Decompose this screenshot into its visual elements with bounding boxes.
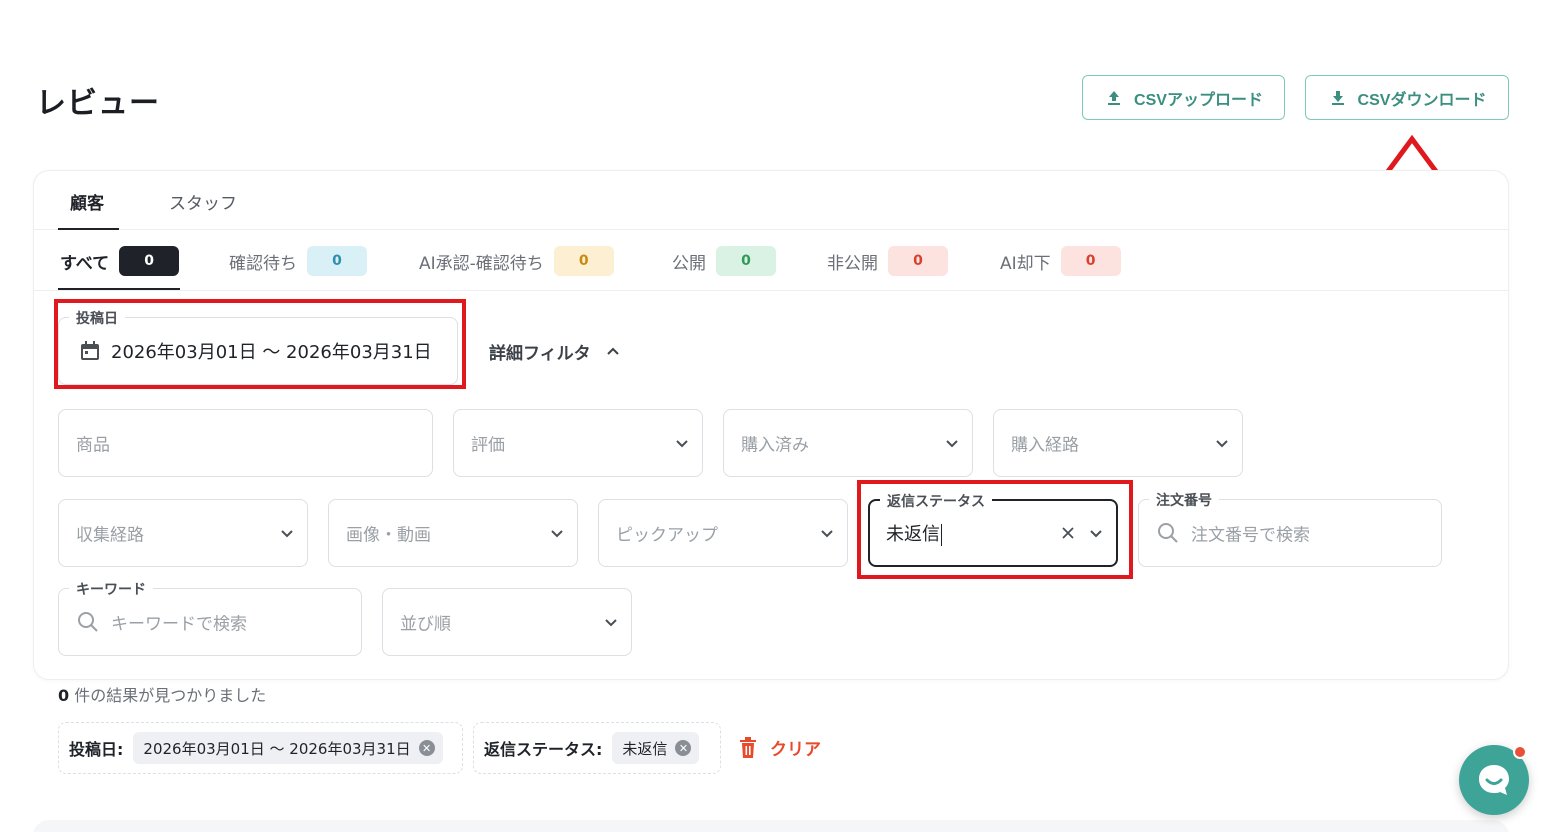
chevron-down-icon	[676, 440, 688, 448]
chevron-down-icon	[821, 530, 833, 538]
csv-upload-label: CSVアップロード	[1134, 91, 1263, 109]
media-placeholder: 画像・動画	[346, 525, 431, 546]
chevron-down-icon	[946, 440, 958, 448]
status-filter-label: 確認待ち	[229, 253, 297, 274]
status-filter-public[interactable]: 公開 0	[672, 246, 776, 276]
filter-card: 顧客 スタッフ すべて 0 確認待ち 0 AI承認-確認待ち 0 公開 0 非公…	[33, 170, 1509, 680]
count-badge: 0	[716, 246, 776, 276]
search-icon	[78, 612, 98, 632]
status-filter-label: AI却下	[1000, 253, 1051, 274]
count-badge: 0	[888, 246, 948, 276]
status-active-indicator	[58, 288, 180, 290]
count-badge: 0	[553, 246, 614, 276]
chip-title: 投稿日:	[69, 740, 124, 759]
status-filter-private[interactable]: 非公開 0	[827, 246, 948, 276]
annotation-box-date	[54, 299, 466, 389]
remove-chip-icon[interactable]: ✕	[418, 740, 435, 756]
detail-filter-label: 詳細フィルタ	[489, 344, 591, 364]
keyword-input[interactable]: キーワード キーワードで検索	[58, 579, 362, 656]
results-summary: 0 件の結果が見つかりました	[58, 686, 267, 705]
count-badge: 0	[307, 246, 367, 276]
count-badge: 0	[119, 246, 180, 276]
csv-download-label: CSVダウンロード	[1357, 91, 1487, 109]
status-filter-pending[interactable]: 確認待ち 0	[229, 246, 367, 276]
results-panel	[33, 820, 1509, 832]
chip-title: 返信ステータス:	[484, 740, 603, 759]
sort-select[interactable]: 並び順	[382, 588, 632, 656]
page-title: レビュー	[36, 86, 160, 121]
tab-customer[interactable]: 顧客	[70, 189, 104, 214]
notification-dot	[1513, 745, 1527, 759]
sort-placeholder: 並び順	[400, 614, 451, 635]
product-placeholder: 商品	[76, 435, 110, 456]
purchase-channel-select[interactable]: 購入経路	[993, 409, 1243, 477]
status-filter-label: 公開	[672, 253, 706, 274]
purchased-placeholder: 購入済み	[741, 435, 809, 456]
upload-icon	[1108, 90, 1121, 105]
download-icon	[1331, 90, 1344, 105]
pickup-select[interactable]: ピックアップ	[598, 499, 848, 567]
status-filter-label: すべて	[60, 253, 110, 274]
rating-placeholder: 評価	[471, 435, 505, 456]
product-filter[interactable]: 商品	[58, 409, 433, 477]
chevron-down-icon	[551, 530, 563, 538]
collection-channel-select[interactable]: 収集経路	[58, 499, 308, 567]
order-number-label: 注文番号	[1149, 490, 1219, 510]
chip-value: 未返信	[622, 739, 668, 758]
chat-icon	[1479, 765, 1509, 795]
chevron-down-icon	[281, 530, 293, 538]
keyword-placeholder: キーワードで検索	[111, 614, 247, 635]
purchased-select[interactable]: 購入済み	[723, 409, 973, 477]
collection-channel-placeholder: 収集経路	[76, 525, 144, 546]
csv-upload-button[interactable]: CSVアップロード	[1082, 75, 1285, 120]
purchase-channel-placeholder: 購入経路	[1011, 435, 1079, 456]
status-filter-ai-rejected[interactable]: AI却下 0	[1000, 246, 1121, 276]
trash-icon	[740, 736, 756, 758]
clear-filters-button[interactable]: クリア	[738, 735, 821, 760]
active-filter-post-date: 投稿日: 2026年03月01日 〜 2026年03月31日 ✕	[58, 722, 463, 774]
media-select[interactable]: 画像・動画	[328, 499, 578, 567]
chevron-down-icon	[1216, 440, 1228, 448]
tabs-row: 顧客 スタッフ	[34, 171, 1508, 230]
chevron-down-icon	[605, 619, 617, 627]
status-filter-row: すべて 0 確認待ち 0 AI承認-確認待ち 0 公開 0 非公開 0 AI却下…	[34, 230, 1508, 291]
count-badge: 0	[1060, 246, 1121, 276]
order-number-input[interactable]: 注文番号 注文番号で検索	[1138, 490, 1442, 567]
status-filter-ai-approved-pending[interactable]: AI承認-確認待ち 0	[419, 246, 614, 276]
detail-filter-toggle[interactable]: 詳細フィルタ	[489, 339, 621, 364]
csv-download-button[interactable]: CSVダウンロード	[1305, 75, 1509, 120]
annotation-box-reply-status	[857, 480, 1133, 579]
tab-staff[interactable]: スタッフ	[169, 189, 237, 214]
pickup-placeholder: ピックアップ	[616, 525, 718, 546]
filter-chip: 2026年03月01日 〜 2026年03月31日 ✕	[133, 732, 443, 764]
chip-value: 2026年03月01日 〜 2026年03月31日	[143, 739, 411, 758]
order-number-placeholder: 注文番号で検索	[1191, 525, 1310, 546]
search-icon	[1158, 523, 1178, 543]
chevron-up-icon	[606, 347, 619, 355]
remove-chip-icon[interactable]: ✕	[675, 740, 692, 756]
keyword-label: キーワード	[69, 579, 153, 599]
rating-select[interactable]: 評価	[453, 409, 703, 477]
active-filter-reply-status: 返信ステータス: 未返信 ✕	[473, 722, 721, 774]
filter-chip: 未返信 ✕	[612, 732, 700, 764]
status-filter-label: AI承認-確認待ち	[419, 253, 544, 274]
status-filter-all[interactable]: すべて 0	[60, 246, 180, 276]
status-filter-label: 非公開	[827, 253, 878, 274]
clear-filters-label: クリア	[770, 740, 821, 760]
